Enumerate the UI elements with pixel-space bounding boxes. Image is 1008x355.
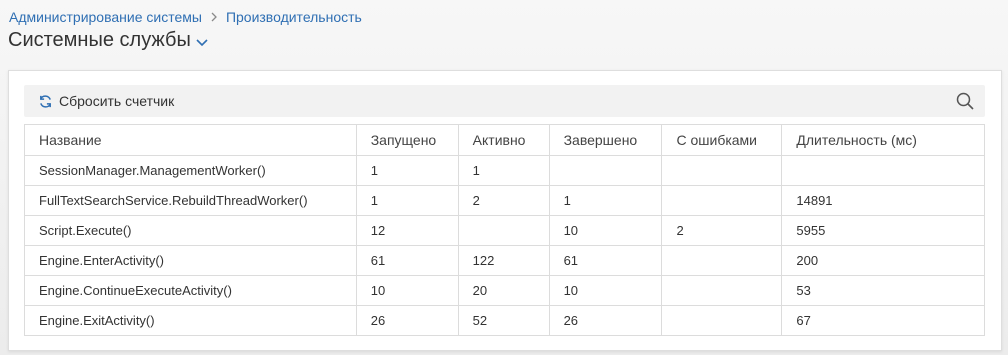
cell-active: 20 bbox=[457, 275, 550, 306]
column-header-started[interactable]: Запущено bbox=[355, 124, 459, 156]
cell-errors bbox=[661, 305, 783, 336]
cell-name: FullTextSearchService.RebuildThreadWorke… bbox=[24, 185, 357, 216]
column-header-errors[interactable]: С ошибками bbox=[661, 124, 783, 156]
cell-errors bbox=[661, 245, 783, 276]
cell-name: Engine.EnterActivity() bbox=[24, 245, 357, 276]
services-panel: Сбросить счетчик Название Запущено Актив… bbox=[8, 70, 1002, 351]
cell-active: 1 bbox=[457, 155, 550, 186]
reset-counter-button[interactable]: Сбросить счетчик bbox=[38, 93, 174, 109]
column-header-duration[interactable]: Длительность (мс) bbox=[781, 124, 985, 156]
cell-started: 10 bbox=[355, 275, 459, 306]
cell-name: Script.Execute() bbox=[24, 215, 357, 246]
table-row[interactable]: Script.Execute() 12 10 2 5955 bbox=[24, 215, 985, 246]
table-row[interactable]: Engine.EnterActivity() 61 122 61 200 bbox=[24, 245, 985, 276]
cell-started: 1 bbox=[355, 155, 459, 186]
cell-name: Engine.ContinueExecuteActivity() bbox=[24, 275, 357, 306]
cell-errors bbox=[661, 185, 783, 216]
table-row[interactable]: SessionManager.ManagementWorker() 1 1 bbox=[24, 155, 985, 186]
cell-duration: 14891 bbox=[781, 185, 985, 216]
breadcrumb: Администрирование системы Производительн… bbox=[9, 9, 362, 25]
reset-counter-label: Сбросить счетчик bbox=[59, 93, 175, 109]
cell-duration: 67 bbox=[781, 305, 985, 336]
cell-duration: 53 bbox=[781, 275, 985, 306]
search-icon[interactable] bbox=[955, 91, 975, 111]
breadcrumb-link-performance[interactable]: Производительность bbox=[226, 9, 362, 25]
cell-completed bbox=[548, 155, 663, 186]
column-header-completed[interactable]: Завершено bbox=[548, 124, 663, 156]
cell-completed: 10 bbox=[548, 215, 663, 246]
cell-errors: 2 bbox=[661, 215, 783, 246]
cell-duration: 5955 bbox=[781, 215, 985, 246]
chevron-down-icon bbox=[196, 39, 208, 47]
cell-completed: 10 bbox=[548, 275, 663, 306]
cell-active: 122 bbox=[457, 245, 550, 276]
cell-name: SessionManager.ManagementWorker() bbox=[24, 155, 357, 186]
cell-errors bbox=[661, 155, 783, 186]
cell-name: Engine.ExitActivity() bbox=[24, 305, 357, 336]
cell-completed: 1 bbox=[548, 185, 663, 216]
breadcrumb-link-admin[interactable]: Администрирование системы bbox=[9, 9, 202, 25]
table-row[interactable]: Engine.ExitActivity() 26 52 26 67 bbox=[24, 305, 985, 336]
page-title-dropdown[interactable]: Системные службы bbox=[8, 29, 209, 52]
column-header-name[interactable]: Название bbox=[24, 124, 357, 156]
cell-started: 61 bbox=[355, 245, 459, 276]
cell-errors bbox=[661, 275, 783, 306]
column-header-active[interactable]: Активно bbox=[457, 124, 550, 156]
table-header-row: Название Запущено Активно Завершено С ош… bbox=[24, 124, 985, 156]
cell-active: 52 bbox=[457, 305, 550, 336]
cell-completed: 61 bbox=[548, 245, 663, 276]
cell-duration bbox=[781, 155, 985, 186]
cell-duration: 200 bbox=[781, 245, 985, 276]
cell-started: 12 bbox=[355, 215, 459, 246]
page-title: Системные службы bbox=[8, 29, 191, 51]
cell-started: 26 bbox=[355, 305, 459, 336]
chevron-right-icon bbox=[210, 10, 218, 25]
refresh-icon bbox=[40, 94, 51, 108]
table-row[interactable]: Engine.ContinueExecuteActivity() 10 20 1… bbox=[24, 275, 985, 306]
cell-completed: 26 bbox=[548, 305, 663, 336]
cell-active: 2 bbox=[457, 185, 550, 216]
services-table: Название Запущено Активно Завершено С ош… bbox=[24, 124, 985, 336]
cell-started: 1 bbox=[355, 185, 459, 216]
cell-active bbox=[457, 215, 550, 246]
toolbar: Сбросить счетчик bbox=[24, 85, 985, 117]
table-row[interactable]: FullTextSearchService.RebuildThreadWorke… bbox=[24, 185, 985, 216]
